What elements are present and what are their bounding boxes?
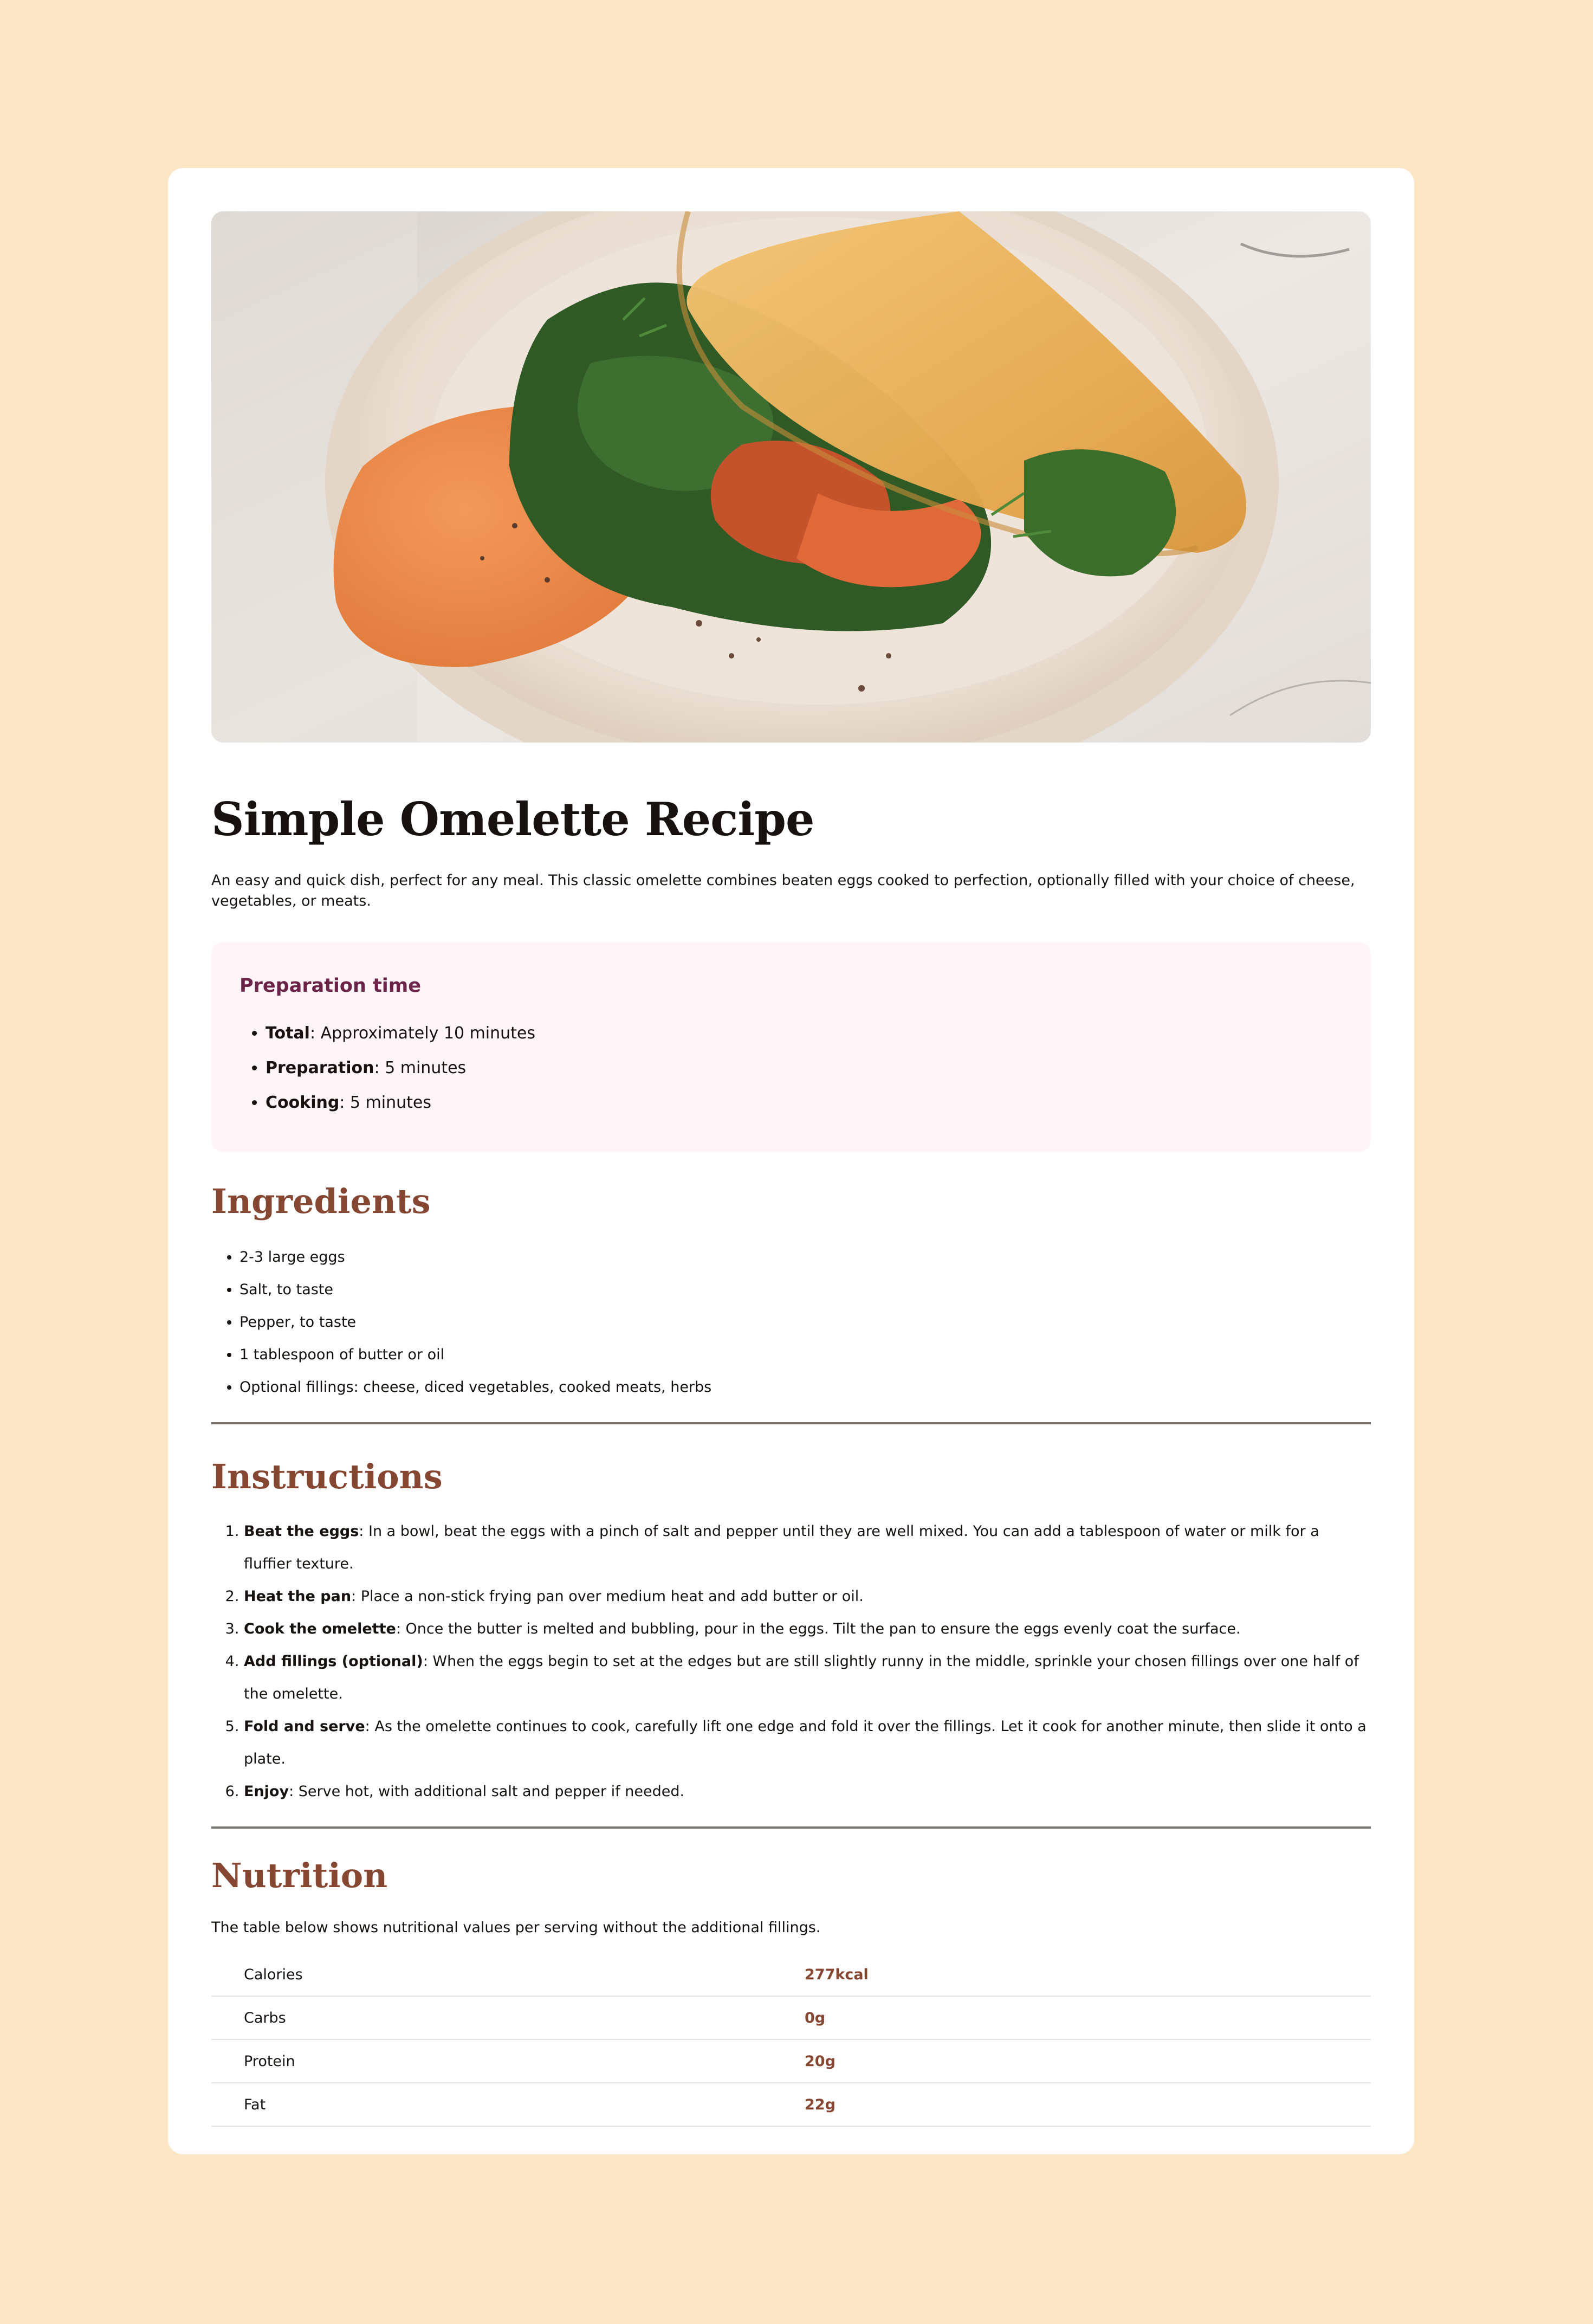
nutrient-value: 0g bbox=[791, 1996, 1371, 2040]
list-item: Salt, to taste bbox=[239, 1274, 1371, 1306]
table-row: Fat 22g bbox=[211, 2083, 1371, 2127]
list-item: Beat the eggs: In a bowl, beat the eggs … bbox=[244, 1515, 1371, 1580]
step-label: Fold and serve bbox=[244, 1718, 365, 1735]
step-label: Enjoy bbox=[244, 1783, 289, 1800]
omelette-photo bbox=[211, 211, 1371, 743]
step-text: : As the omelette continues to cook, car… bbox=[244, 1718, 1367, 1767]
page-title: Simple Omelette Recipe bbox=[211, 792, 814, 846]
instructions-heading: Instructions bbox=[211, 1457, 443, 1496]
ingredients-list: 2-3 large eggs Salt, to taste Pepper, to… bbox=[211, 1241, 1371, 1404]
nutrition-description: The table below shows nutritional values… bbox=[211, 1919, 821, 1936]
table-row: Protein 20g bbox=[211, 2039, 1371, 2083]
step-text: : Serve hot, with additional salt and pe… bbox=[289, 1783, 685, 1800]
step-text: : In a bowl, beat the eggs with a pinch … bbox=[244, 1523, 1319, 1572]
list-item: 2-3 large eggs bbox=[239, 1241, 1371, 1274]
prep-text: : 5 minutes bbox=[339, 1093, 432, 1112]
recipe-intro: An easy and quick dish, perfect for any … bbox=[211, 872, 1355, 909]
instructions-list: Beat the eggs: In a bowl, beat the eggs … bbox=[211, 1515, 1371, 1808]
step-text: : Place a non-stick frying pan over medi… bbox=[351, 1588, 864, 1605]
list-item: Add fillings (optional): When the eggs b… bbox=[244, 1645, 1371, 1710]
nutrient-value: 20g bbox=[791, 2039, 1371, 2083]
preparation-list: Total: Approximately 10 minutes Preparat… bbox=[239, 1016, 1343, 1120]
step-label: Heat the pan bbox=[244, 1588, 352, 1605]
preparation-time-box: Preparation time Total: Approximately 10… bbox=[211, 942, 1371, 1152]
table-row: Calories 277kcal bbox=[211, 1953, 1371, 1997]
nutrient-name: Calories bbox=[211, 1953, 791, 1997]
step-label: Cook the omelette bbox=[244, 1621, 396, 1637]
list-item: Enjoy: Serve hot, with additional salt a… bbox=[244, 1776, 1371, 1808]
list-item: Fold and serve: As the omelette continue… bbox=[244, 1710, 1371, 1776]
step-label: Add fillings (optional) bbox=[244, 1653, 423, 1670]
prep-label: Cooking bbox=[266, 1093, 340, 1112]
prep-text: : 5 minutes bbox=[374, 1058, 467, 1077]
list-item: Optional fillings: cheese, diced vegetab… bbox=[239, 1371, 1371, 1404]
list-item: Preparation: 5 minutes bbox=[266, 1051, 1343, 1086]
list-item: Cook the omelette: Once the butter is me… bbox=[244, 1613, 1371, 1645]
step-text: : Once the butter is melted and bubbling… bbox=[396, 1621, 1241, 1637]
list-item: Total: Approximately 10 minutes bbox=[266, 1016, 1343, 1051]
list-item: Pepper, to taste bbox=[239, 1306, 1371, 1339]
nutrition-table: Calories 277kcal Carbs 0g Protein 20g Fa… bbox=[211, 1953, 1371, 2127]
nutrition-heading: Nutrition bbox=[211, 1856, 388, 1895]
list-item: Cooking: 5 minutes bbox=[266, 1086, 1343, 1120]
prep-label: Total bbox=[266, 1024, 310, 1043]
prep-text: : Approximately 10 minutes bbox=[309, 1024, 536, 1043]
nutrient-name: Carbs bbox=[211, 1996, 791, 2040]
nutrient-name: Fat bbox=[211, 2083, 791, 2127]
table-row: Carbs 0g bbox=[211, 1996, 1371, 2040]
nutrient-value: 22g bbox=[791, 2083, 1371, 2127]
nutrient-value: 277kcal bbox=[791, 1953, 1371, 1997]
recipe-card: Simple Omelette Recipe An easy and quick… bbox=[168, 168, 1414, 2154]
prep-label: Preparation bbox=[266, 1058, 374, 1077]
list-item: 1 tablespoon of butter or oil bbox=[239, 1339, 1371, 1371]
ingredients-heading: Ingredients bbox=[211, 1182, 431, 1221]
divider bbox=[211, 1422, 1371, 1424]
preparation-heading: Preparation time bbox=[239, 975, 422, 997]
divider bbox=[211, 1826, 1371, 1829]
nutrient-name: Protein bbox=[211, 2039, 791, 2083]
step-label: Beat the eggs bbox=[244, 1523, 359, 1540]
list-item: Heat the pan: Place a non-stick frying p… bbox=[244, 1580, 1371, 1613]
